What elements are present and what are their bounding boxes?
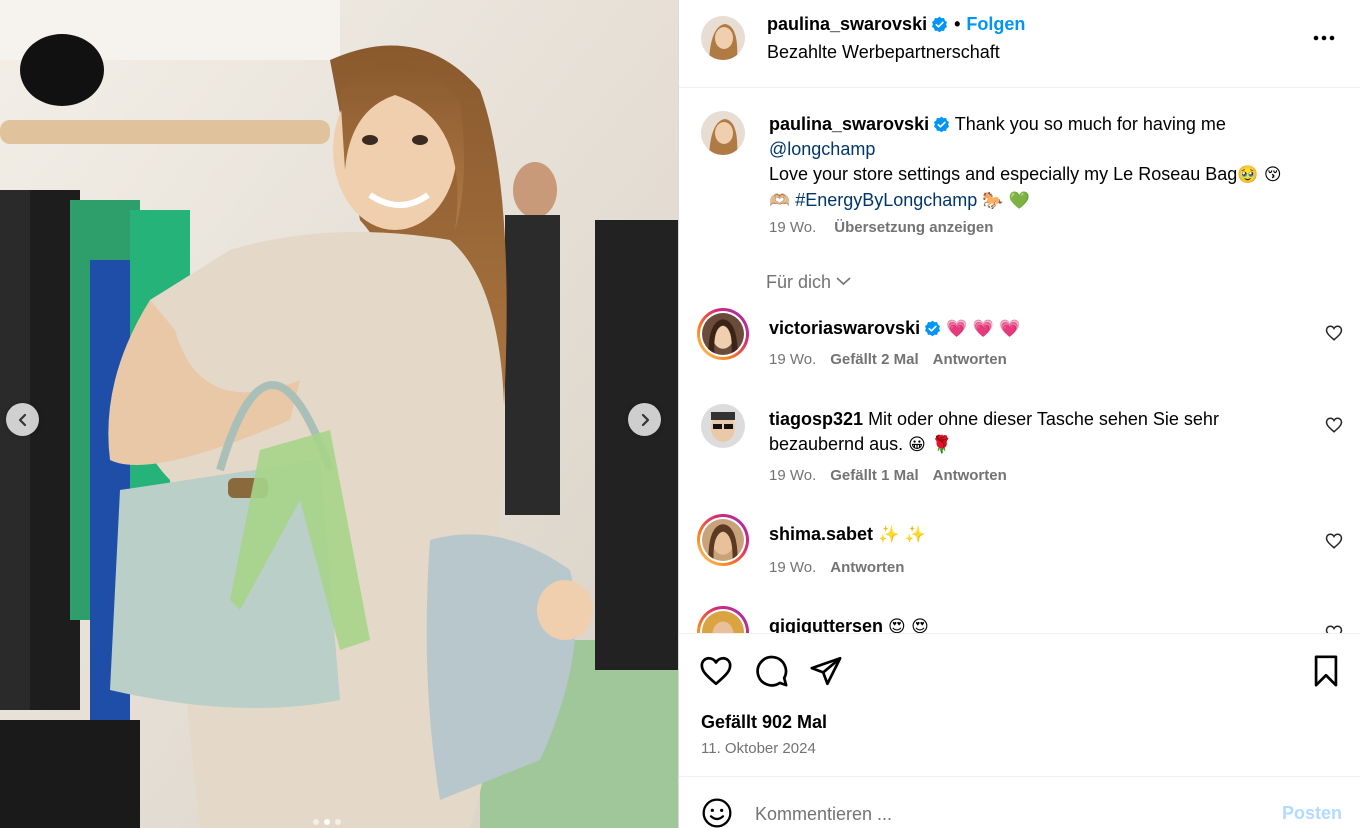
caption-hashtag-link[interactable]: #EnergyByLongchamp (795, 190, 977, 210)
reply-button[interactable]: Antworten (830, 559, 904, 576)
carousel-next-button[interactable] (628, 403, 661, 436)
comment-username[interactable]: victoriaswarovski (769, 318, 920, 338)
post-date: 11. Oktober 2024 (701, 740, 816, 757)
post-caption: paulina_swarovski Thank you so much for … (769, 112, 1329, 214)
comment-filter-label: Für dich (766, 272, 832, 292)
caption-emoji: 🫶🏼 (769, 191, 791, 211)
caption-emoji: 🐎 💚 (982, 191, 1031, 211)
reply-button[interactable]: Antworten (933, 351, 1007, 368)
separator-dot: • (954, 14, 961, 34)
avatar[interactable] (697, 514, 749, 566)
post-comment-button[interactable]: Posten (1282, 803, 1342, 824)
chevron-left-icon (18, 413, 26, 426)
comment-emoji: ✨ ✨ (878, 525, 926, 545)
carousel-dot (313, 819, 319, 825)
action-bar: Gefällt 902 Mal 11. Oktober 2024 (679, 633, 1360, 776)
avatar[interactable] (697, 606, 749, 633)
comment-age: 19 Wo. (769, 351, 817, 368)
share-icon[interactable] (809, 654, 843, 688)
carousel-dot (335, 819, 341, 825)
reply-button[interactable]: Antworten (933, 467, 1007, 484)
sponsored-label[interactable]: Bezahlte Werbepartnerschaft (767, 42, 1000, 63)
caption-mention-link[interactable]: @longchamp (769, 139, 875, 159)
heart-icon[interactable] (1325, 324, 1343, 342)
verified-icon (932, 16, 948, 33)
emoji-icon[interactable] (701, 797, 733, 828)
post-author-username[interactable]: paulina_swarovski (767, 14, 927, 34)
comment-age: 19 Wo. (769, 559, 817, 576)
more-icon[interactable] (1311, 30, 1337, 46)
caption-text-part2: Love your store settings and especially … (769, 164, 1238, 184)
caption-emoji: 🥹 😚 (1237, 165, 1282, 185)
carousel-dot (324, 819, 330, 825)
comment-composer: Posten (679, 776, 1360, 828)
carousel-prev-button[interactable] (6, 403, 39, 436)
likes-count[interactable]: Gefällt 902 Mal (701, 712, 827, 733)
heart-icon[interactable] (1325, 624, 1343, 633)
comment-username[interactable]: shima.sabet (769, 524, 873, 544)
avatar[interactable] (701, 16, 745, 60)
avatar[interactable] (701, 111, 745, 155)
caption-username[interactable]: paulina_swarovski (769, 114, 929, 134)
avatar[interactable] (701, 404, 745, 448)
heart-icon[interactable] (1325, 416, 1343, 434)
avatar[interactable] (697, 308, 749, 360)
comment-username[interactable]: tiagosp321 (769, 409, 863, 429)
caption-age: 19 Wo. (769, 219, 817, 236)
post-media[interactable] (0, 0, 678, 828)
chevron-down-icon (836, 277, 851, 286)
heart-icon[interactable] (1325, 532, 1343, 550)
caption-text-part1: Thank you so much for having me (954, 114, 1226, 134)
comment-emoji: 💗 💗 💗 (946, 319, 1021, 339)
comment-emoji: 😍 😍 (888, 617, 929, 633)
comments-list[interactable]: paulina_swarovski Thank you so much for … (679, 88, 1360, 633)
follow-button[interactable]: Folgen (966, 14, 1025, 34)
post-panel: paulina_swarovski • Folgen Bezahlte Werbep… (678, 0, 1360, 828)
comment-input[interactable] (755, 801, 1255, 827)
translate-button[interactable]: Übersetzung anzeigen (834, 219, 993, 236)
verified-icon (925, 320, 941, 337)
comment-username[interactable]: gigiguttersen (769, 616, 883, 633)
comment-emoji: 😀 🌹 (908, 435, 953, 455)
chevron-right-icon (641, 413, 649, 426)
carousel-indicator (313, 819, 341, 825)
heart-icon[interactable] (699, 654, 733, 688)
verified-icon (934, 116, 950, 133)
post-photo (0, 0, 678, 828)
bookmark-icon[interactable] (1309, 654, 1343, 688)
caption-meta: 19 Wo. Übersetzung anzeigen (769, 219, 993, 236)
comment-filter-dropdown[interactable]: Für dich (766, 272, 851, 293)
post-header: paulina_swarovski • Folgen Bezahlte Werbep… (679, 0, 1360, 88)
comment-age: 19 Wo. (769, 467, 817, 484)
comment-likes-count[interactable]: Gefällt 2 Mal (830, 351, 918, 368)
comment-icon[interactable] (755, 654, 789, 688)
comment-likes-count[interactable]: Gefällt 1 Mal (830, 467, 918, 484)
